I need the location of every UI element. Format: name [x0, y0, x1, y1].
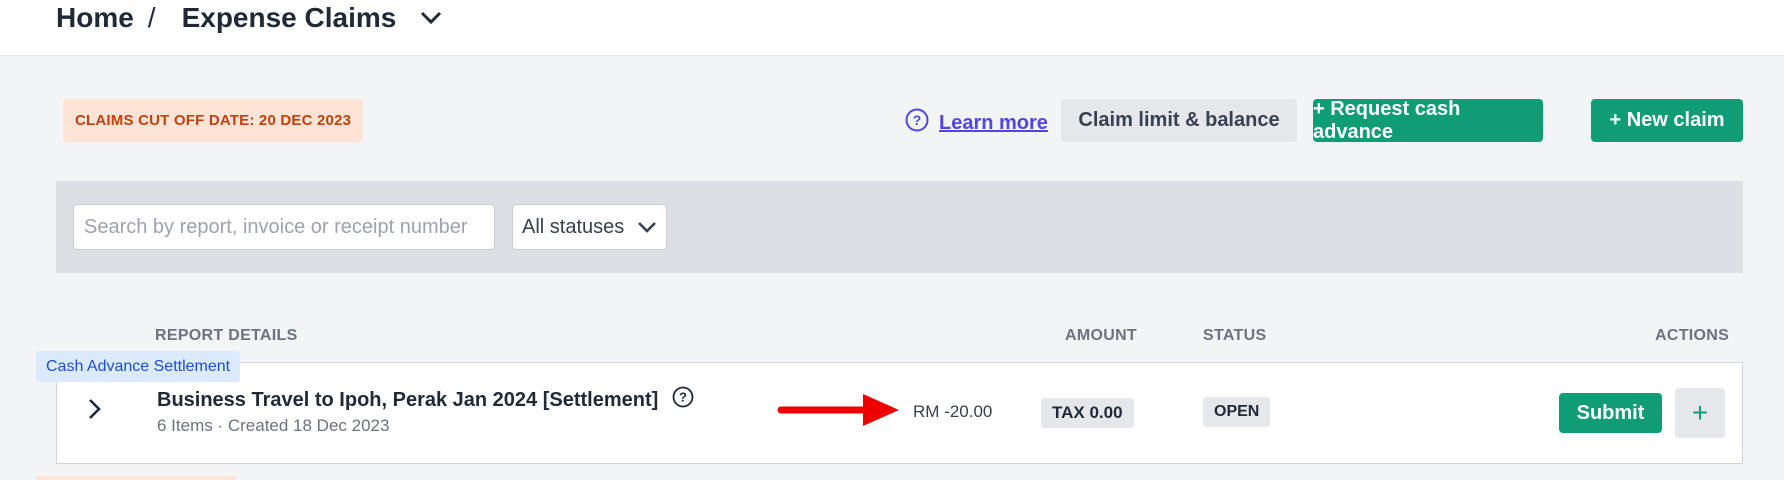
status-select[interactable]: All statuses — [512, 204, 667, 250]
arrow-right-icon — [777, 392, 902, 433]
learn-more-link[interactable]: ? Learn more — [905, 108, 1048, 138]
cash-advance-settlement-tag: Cash Advance Settlement — [36, 351, 241, 382]
column-header-report: REPORT DETAILS — [155, 327, 298, 344]
breadcrumb-home[interactable]: Home — [56, 2, 134, 34]
column-header-status: STATUS — [1203, 327, 1267, 344]
status-select-value: All statuses — [522, 215, 625, 238]
svg-text:?: ? — [913, 112, 922, 128]
help-circle-icon: ? — [905, 108, 929, 138]
report-title-wrap: Business Travel to Ipoh, Perak Jan 2024 … — [157, 386, 694, 414]
breadcrumb: Home / Expense Claims — [56, 2, 442, 34]
learn-more-label[interactable]: Learn more — [939, 112, 1048, 135]
next-row-tag-edge — [36, 476, 236, 480]
report-title[interactable]: Business Travel to Ipoh, Perak Jan 2024 … — [157, 389, 658, 412]
add-button[interactable]: + — [1675, 388, 1725, 438]
tax-badge: TAX 0.00 — [1041, 398, 1134, 428]
breadcrumb-current[interactable]: Expense Claims — [182, 2, 397, 34]
top-bar: Home / Expense Claims — [0, 0, 1784, 56]
submit-button[interactable]: Submit — [1559, 393, 1662, 433]
table-row[interactable]: Business Travel to Ipoh, Perak Jan 2024 … — [56, 362, 1743, 464]
column-header-actions: ACTIONS — [1655, 327, 1730, 344]
status-badge: OPEN — [1203, 397, 1271, 427]
amount-value: RM -20.00 — [913, 402, 993, 421]
report-subtitle: 6 Items · Created 18 Dec 2023 — [157, 416, 390, 435]
column-header-amount: AMOUNT — [1065, 327, 1138, 344]
chevron-down-icon — [637, 216, 657, 239]
chevron-down-icon[interactable] — [420, 11, 442, 25]
claim-limit-button[interactable]: Claim limit & balance — [1061, 99, 1297, 142]
svg-text:?: ? — [679, 390, 687, 405]
request-cash-advance-button[interactable]: + Request cash advance — [1313, 98, 1543, 143]
filter-bar: Search by report, invoice or receipt num… — [56, 181, 1743, 273]
cutoff-date-badge: CLAIMS CUT OFF DATE: 20 DEC 2023 — [63, 99, 364, 142]
search-input[interactable]: Search by report, invoice or receipt num… — [73, 204, 495, 250]
chevron-right-icon[interactable] — [87, 397, 103, 421]
help-circle-icon[interactable]: ? — [672, 386, 694, 414]
new-claim-button[interactable]: + New claim — [1591, 99, 1743, 142]
breadcrumb-separator: / — [147, 2, 156, 33]
